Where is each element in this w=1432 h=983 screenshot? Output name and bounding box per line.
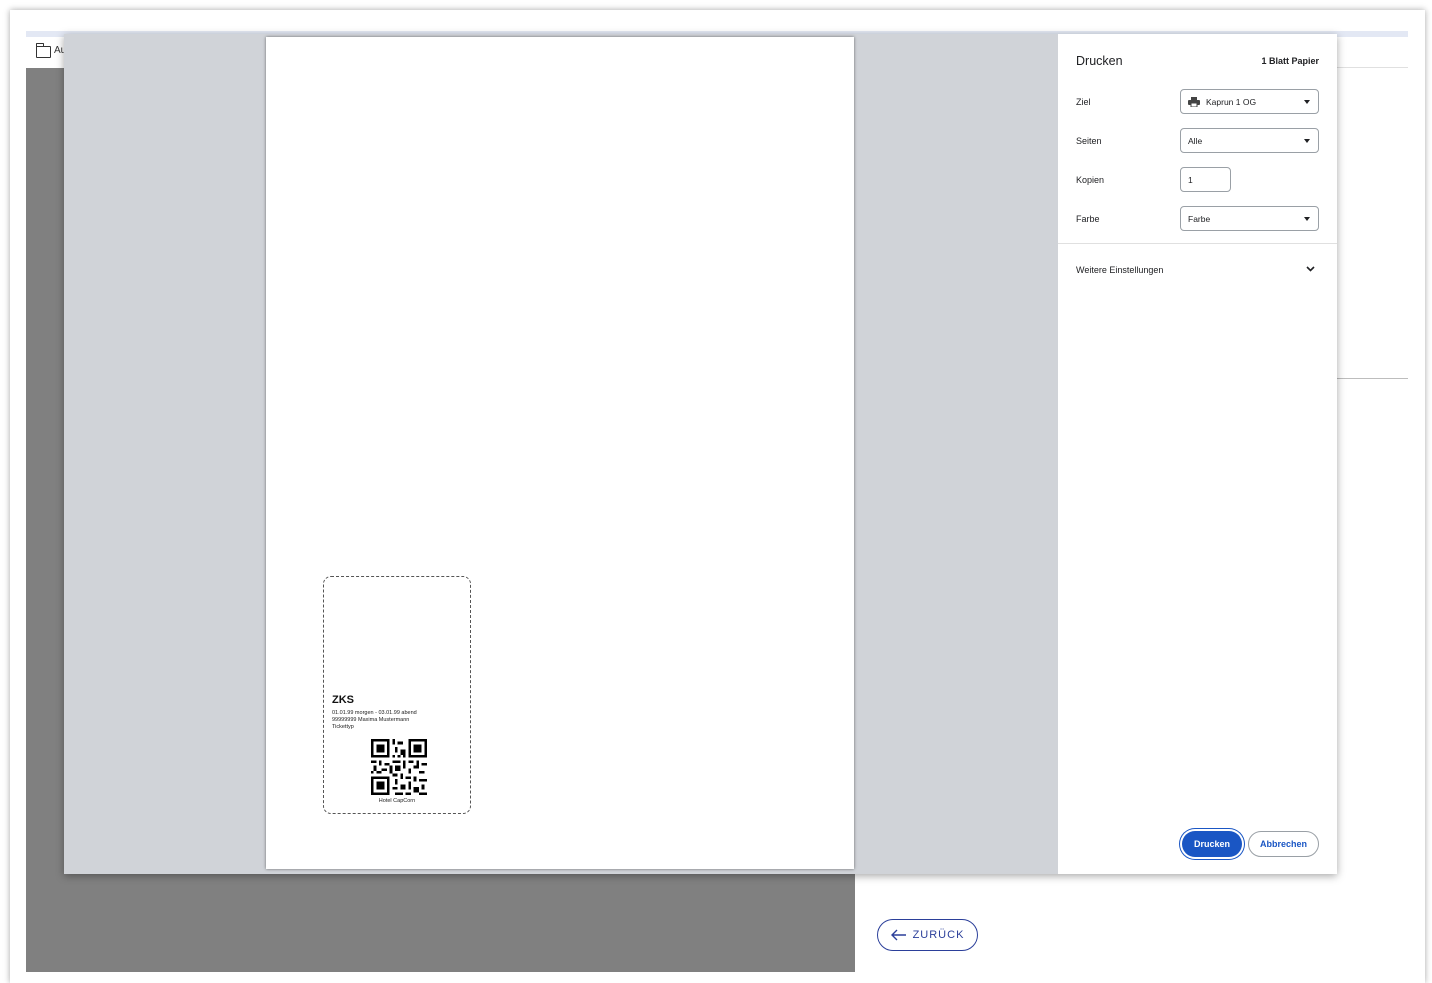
sheet-count: 1 Blatt Papier: [1261, 56, 1319, 66]
color-select[interactable]: Farbe: [1180, 206, 1319, 231]
dropdown-caret-icon: [1304, 217, 1310, 221]
copies-value: 1: [1188, 174, 1193, 185]
dropdown-caret-icon: [1304, 100, 1310, 104]
destination-value: Kaprun 1 OG: [1206, 96, 1257, 107]
ticket-type: Tickettyp: [332, 724, 354, 730]
background-folder-tab[interactable]: Au: [26, 37, 66, 68]
panel-title: Drucken: [1076, 54, 1123, 68]
chevron-down-icon[interactable]: [1306, 266, 1315, 272]
ticket-title: ZKS: [332, 694, 354, 706]
pages-select[interactable]: Alle: [1180, 128, 1319, 153]
copies-input[interactable]: 1: [1180, 167, 1231, 192]
print-preview-page: ZKS 01.01.99 morgen - 03.01.99 abend 999…: [266, 37, 854, 869]
arrow-left-icon: [890, 929, 906, 941]
qr-code-icon: [371, 739, 427, 795]
pages-value: Alle: [1188, 135, 1203, 146]
folder-icon: [35, 43, 51, 58]
ticket-guest: 99999999 Maxima Mustermann: [332, 717, 410, 723]
print-button[interactable]: Drucken: [1182, 831, 1242, 857]
panel-divider: [1058, 243, 1337, 244]
ticket-date-range: 01.01.99 morgen - 03.01.99 abend: [332, 710, 417, 716]
cancel-button[interactable]: Abbrechen: [1248, 831, 1319, 857]
color-label: Farbe: [1076, 214, 1100, 224]
divider: [1337, 378, 1408, 379]
print-dialog: ZKS 01.01.99 morgen - 03.01.99 abend 999…: [64, 34, 1337, 874]
copies-label: Kopien: [1076, 175, 1105, 185]
dropdown-caret-icon: [1304, 139, 1310, 143]
printer-icon: [1188, 96, 1200, 107]
back-button-label: ZURÜCK: [912, 929, 965, 941]
ticket-footer: Hotel CapCorn: [378, 798, 416, 804]
more-settings-toggle[interactable]: Weitere Einstellungen: [1076, 265, 1163, 275]
destination-label: Ziel: [1076, 97, 1091, 107]
ticket-preview: ZKS 01.01.99 morgen - 03.01.99 abend 999…: [323, 576, 471, 814]
divider: [1337, 67, 1408, 68]
print-settings-panel: Drucken 1 Blatt Papier Ziel Kaprun 1 OG …: [1058, 34, 1337, 874]
pages-label: Seiten: [1076, 136, 1102, 146]
color-value: Farbe: [1188, 213, 1211, 224]
destination-select[interactable]: Kaprun 1 OG: [1180, 89, 1319, 114]
back-button[interactable]: ZURÜCK: [877, 919, 978, 951]
